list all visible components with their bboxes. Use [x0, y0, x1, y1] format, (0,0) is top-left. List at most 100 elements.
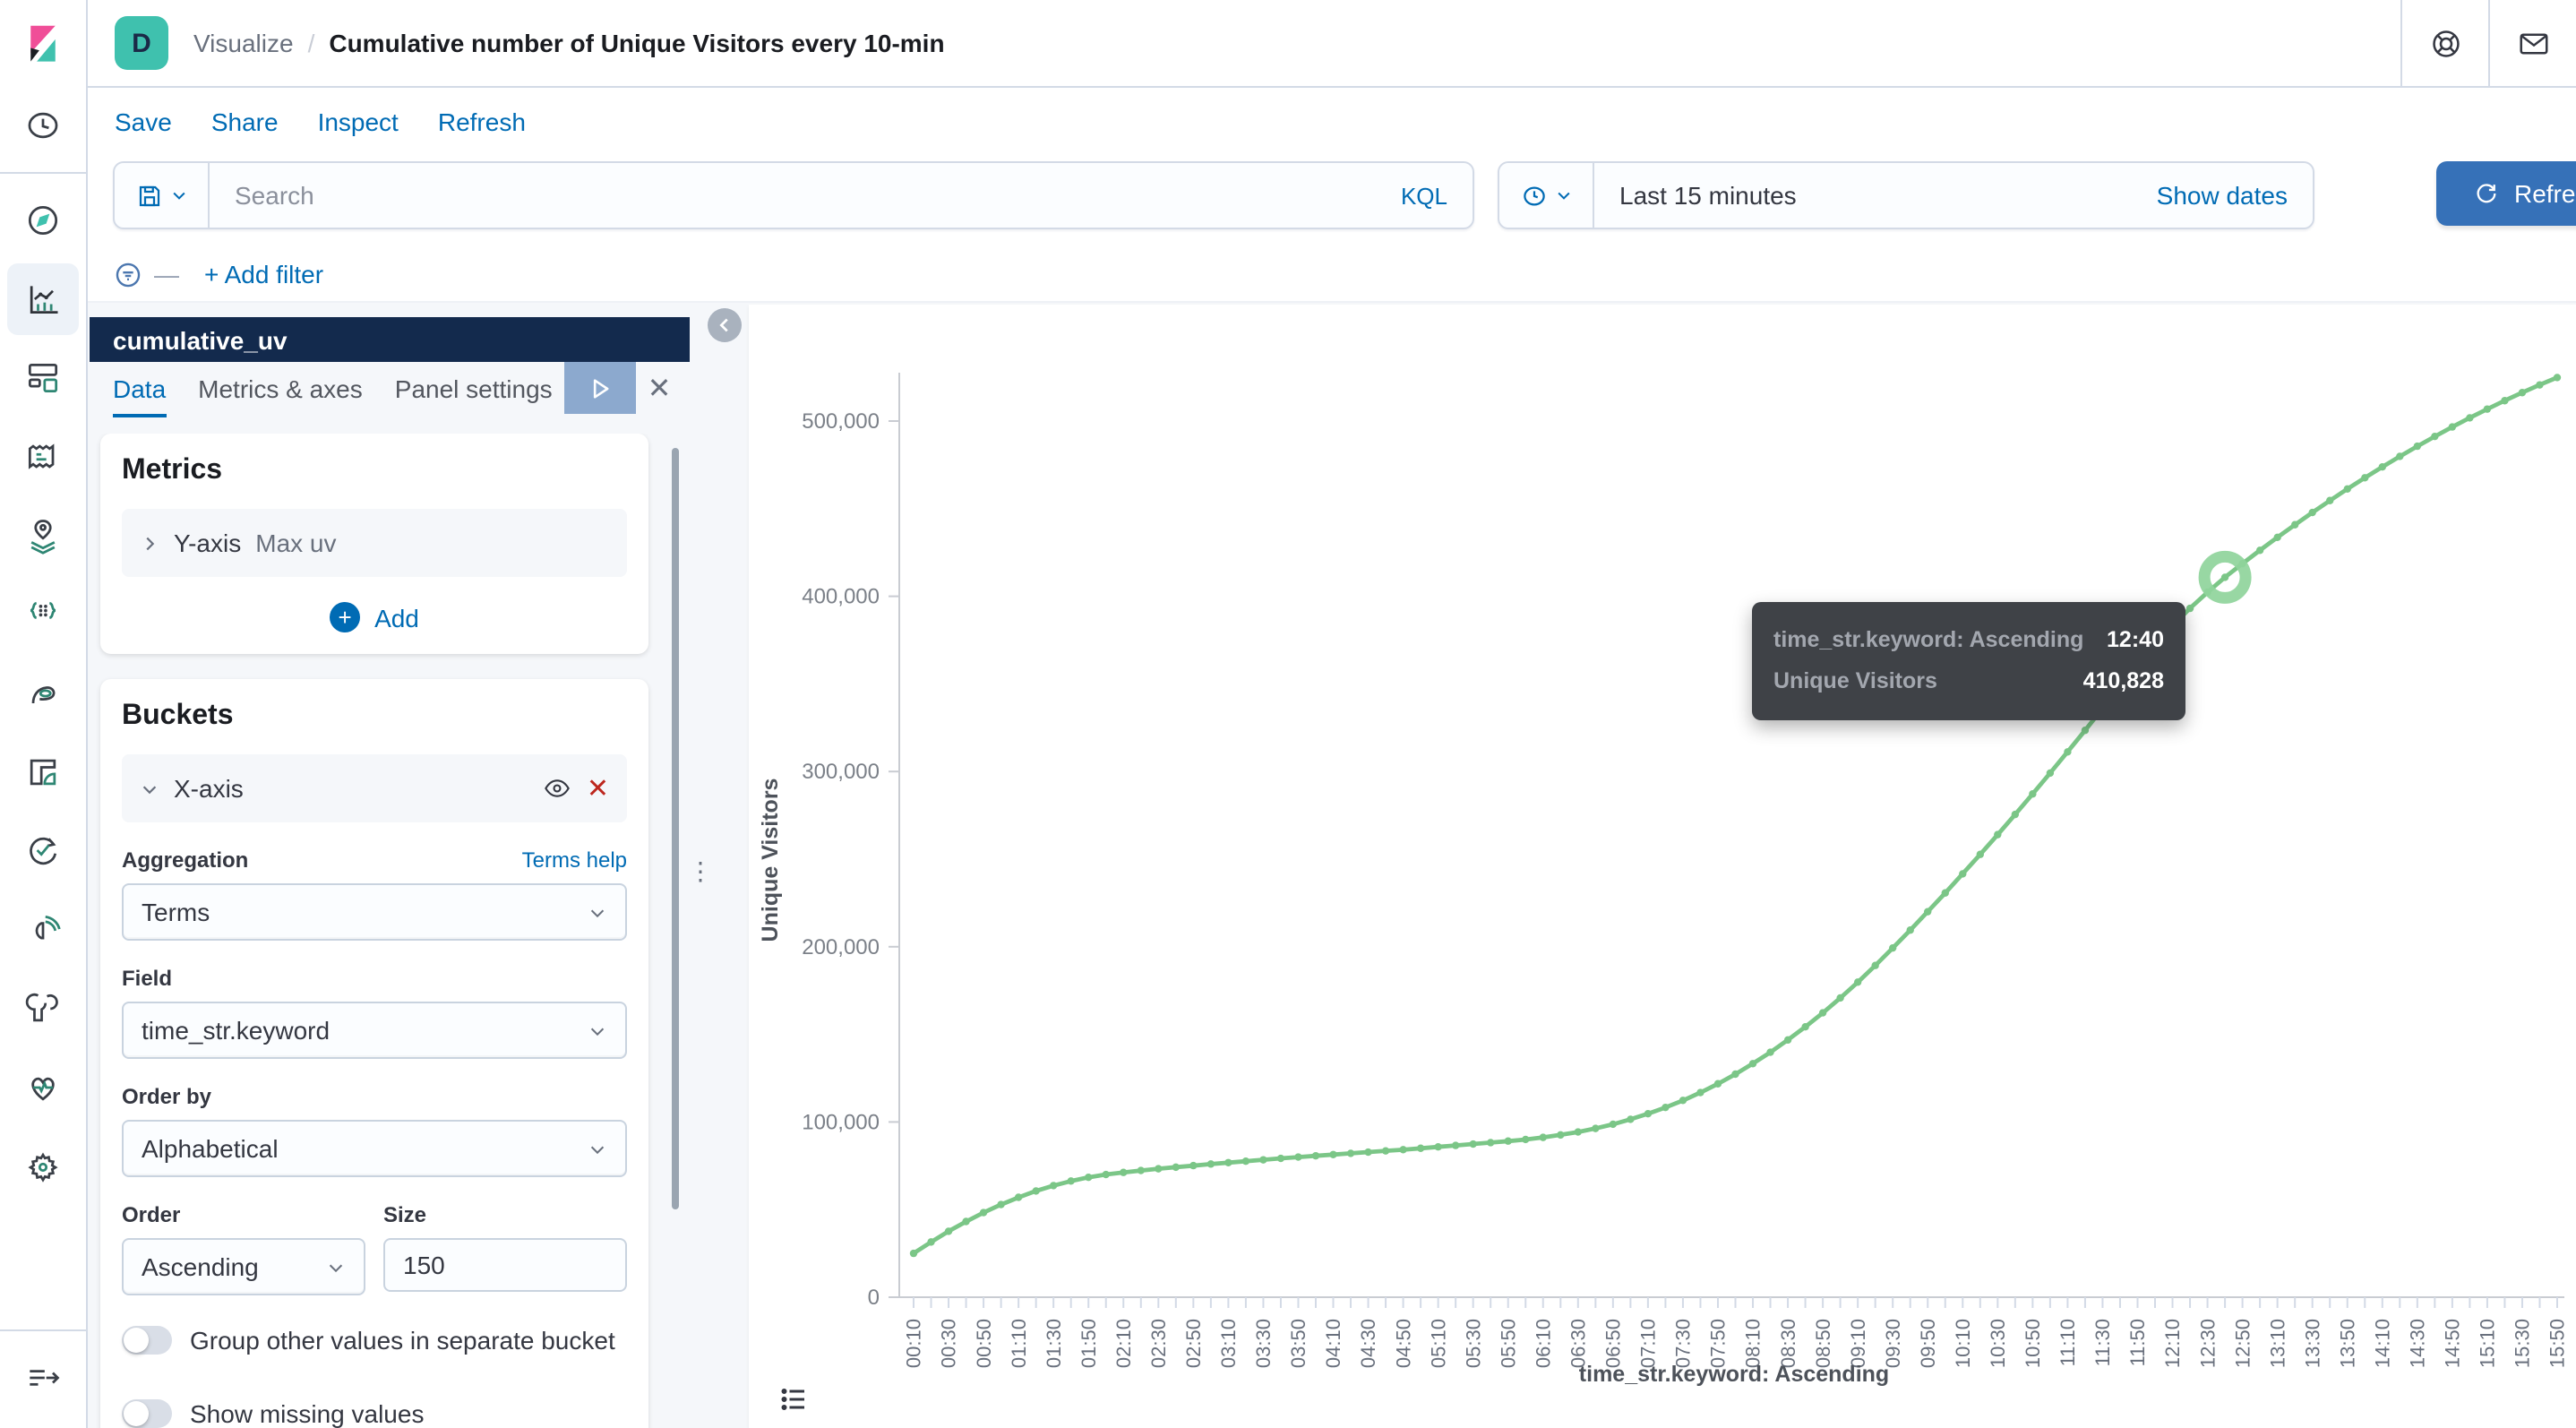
- data-point[interactable]: [1714, 1080, 1722, 1088]
- data-point[interactable]: [1610, 1121, 1617, 1128]
- discard-changes-button[interactable]: ✕: [636, 362, 683, 414]
- data-point[interactable]: [980, 1209, 987, 1216]
- data-point[interactable]: [2361, 474, 2368, 481]
- data-point[interactable]: [1749, 1060, 1756, 1067]
- time-menu-button[interactable]: [1499, 163, 1594, 228]
- kibana-logo[interactable]: [0, 0, 86, 86]
- query-language-button[interactable]: KQL: [1376, 182, 1473, 209]
- data-point[interactable]: [2256, 546, 2263, 554]
- show-missing-toggle-row[interactable]: Show missing values: [122, 1398, 627, 1428]
- tab-metrics-axes[interactable]: Metrics & axes: [198, 362, 363, 417]
- data-point[interactable]: [2536, 381, 2543, 388]
- data-point[interactable]: [1015, 1193, 1022, 1200]
- data-point[interactable]: [2414, 443, 2421, 450]
- dock-navigation-button[interactable]: [7, 1342, 79, 1414]
- data-point[interactable]: [1836, 994, 1843, 1002]
- newsfeed-button[interactable]: [2488, 0, 2576, 86]
- data-point[interactable]: [2484, 405, 2491, 412]
- data-point[interactable]: [1032, 1187, 1039, 1194]
- data-point[interactable]: [1505, 1138, 1512, 1145]
- panel-resizer-handle[interactable]: ⋮: [691, 849, 709, 892]
- data-point[interactable]: [1575, 1128, 1582, 1135]
- refresh-button[interactable]: Refresh: [2436, 161, 2576, 226]
- data-point[interactable]: [1138, 1166, 1145, 1174]
- menu-share-link[interactable]: Share: [211, 108, 279, 136]
- data-point[interactable]: [1085, 1174, 1092, 1181]
- data-point[interactable]: [2466, 414, 2473, 421]
- data-point[interactable]: [1627, 1115, 1634, 1123]
- sidebar-item-visualize[interactable]: [7, 263, 79, 335]
- data-point[interactable]: [1801, 1023, 1808, 1030]
- sidebar-item-dev-tools[interactable]: [7, 973, 79, 1045]
- space-badge[interactable]: D: [115, 16, 168, 70]
- data-point[interactable]: [2309, 509, 2316, 516]
- data-point[interactable]: [1172, 1164, 1180, 1171]
- data-point[interactable]: [1784, 1037, 1791, 1044]
- data-point[interactable]: [1259, 1156, 1267, 1163]
- data-point[interactable]: [962, 1217, 969, 1225]
- data-point[interactable]: [1103, 1171, 1110, 1178]
- data-point[interactable]: [1592, 1124, 1599, 1131]
- toggle-off-switch[interactable]: [122, 1399, 172, 1428]
- data-point[interactable]: [1224, 1159, 1232, 1166]
- delete-bucket-button[interactable]: ✕: [587, 772, 609, 804]
- data-point[interactable]: [2396, 452, 2403, 460]
- data-point[interactable]: [1207, 1160, 1215, 1167]
- data-point[interactable]: [2326, 497, 2333, 504]
- aggregation-select[interactable]: Terms: [122, 883, 627, 941]
- field-select[interactable]: time_str.keyword: [122, 1002, 627, 1059]
- search-input[interactable]: [210, 181, 1376, 210]
- data-point[interactable]: [1819, 1009, 1826, 1016]
- data-point[interactable]: [1329, 1151, 1336, 1158]
- data-point[interactable]: [1189, 1162, 1197, 1169]
- data-point[interactable]: [1540, 1133, 1547, 1140]
- filter-icon[interactable]: [113, 259, 143, 289]
- data-point[interactable]: [2554, 374, 2561, 381]
- data-point[interactable]: [1889, 944, 1896, 951]
- order-select[interactable]: Ascending: [122, 1238, 365, 1295]
- data-point[interactable]: [1242, 1157, 1249, 1165]
- data-point[interactable]: [1434, 1143, 1441, 1150]
- data-point[interactable]: [1959, 870, 1966, 877]
- data-point[interactable]: [1452, 1141, 1459, 1148]
- sidebar-item-graph[interactable]: [7, 658, 79, 729]
- data-point[interactable]: [2047, 770, 2054, 777]
- data-point[interactable]: [2186, 605, 2194, 612]
- data-point[interactable]: [1417, 1145, 1424, 1152]
- data-point[interactable]: [1854, 978, 1861, 985]
- data-point[interactable]: [2029, 790, 2036, 797]
- data-point[interactable]: [1155, 1165, 1162, 1172]
- recent-item[interactable]: [7, 90, 79, 161]
- data-point[interactable]: [2449, 423, 2456, 430]
- data-point[interactable]: [1766, 1048, 1773, 1055]
- data-point[interactable]: [2273, 534, 2280, 541]
- sidebar-item-canvas[interactable]: [7, 421, 79, 493]
- data-point[interactable]: [997, 1200, 1004, 1208]
- data-point[interactable]: [1557, 1131, 1564, 1139]
- data-point[interactable]: [1120, 1169, 1127, 1176]
- data-point[interactable]: [1399, 1146, 1406, 1153]
- sidebar-item-apm[interactable]: [7, 894, 79, 966]
- data-point[interactable]: [1067, 1177, 1074, 1184]
- data-point[interactable]: [927, 1238, 934, 1245]
- help-button[interactable]: [2400, 0, 2488, 86]
- sidebar-item-logs[interactable]: [7, 736, 79, 808]
- data-point[interactable]: [1696, 1088, 1704, 1096]
- data-point[interactable]: [1050, 1182, 1057, 1189]
- data-point[interactable]: [1679, 1097, 1687, 1104]
- data-point[interactable]: [2431, 433, 2438, 440]
- data-point[interactable]: [1871, 962, 1878, 969]
- terms-help-link[interactable]: Terms help: [522, 847, 627, 873]
- sidebar-item-machine-learning[interactable]: [7, 579, 79, 650]
- breadcrumb-visualize[interactable]: Visualize: [193, 29, 294, 57]
- data-point[interactable]: [1731, 1071, 1739, 1078]
- saved-query-menu-button[interactable]: [115, 163, 210, 228]
- menu-inspect-link[interactable]: Inspect: [318, 108, 399, 136]
- data-point[interactable]: [910, 1250, 917, 1257]
- apply-changes-button[interactable]: [564, 362, 636, 414]
- add-metric-button[interactable]: + Add: [122, 602, 627, 632]
- show-dates-button[interactable]: Show dates: [2157, 181, 2313, 210]
- data-point[interactable]: [1662, 1104, 1669, 1111]
- data-point[interactable]: [1994, 830, 2001, 838]
- tab-panel-settings[interactable]: Panel settings: [395, 362, 553, 417]
